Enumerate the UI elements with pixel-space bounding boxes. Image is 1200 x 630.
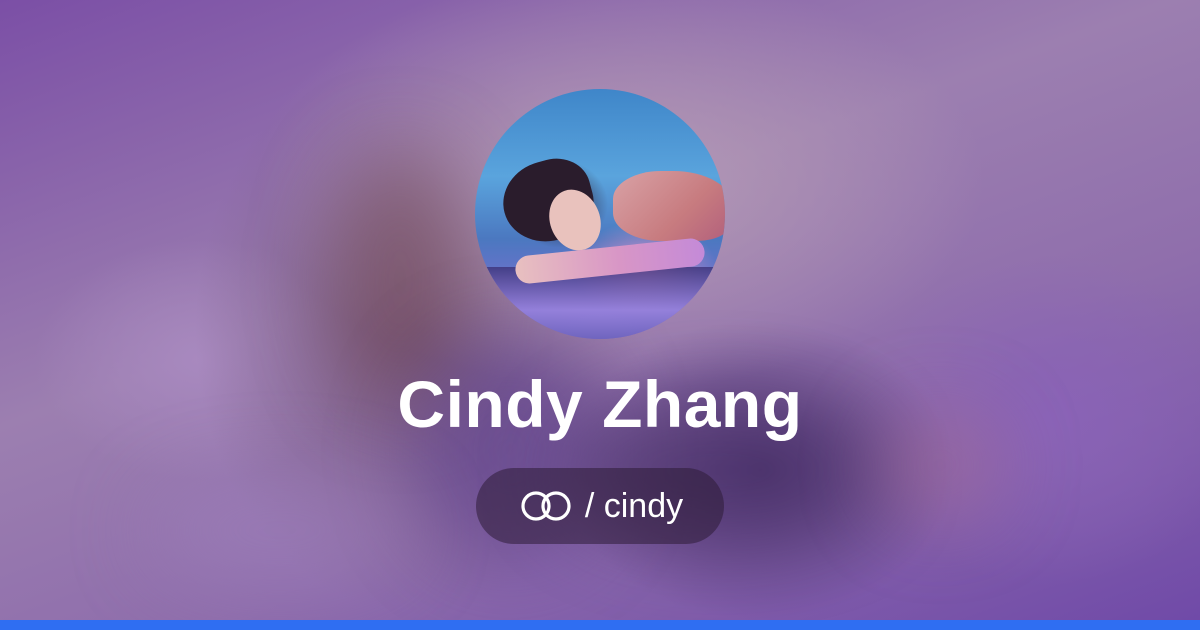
profile-handle-link[interactable]: / cindy (476, 468, 724, 544)
avatar-water (475, 267, 725, 339)
profile-name: Cindy Zhang (397, 367, 803, 441)
avatar (475, 89, 725, 339)
profile-handle: / cindy (584, 487, 684, 525)
background-blur-shape (150, 480, 410, 580)
bottom-accent-bar (0, 620, 1200, 630)
avatar-figure-body (613, 171, 725, 241)
interlocking-rings-icon (521, 491, 571, 521)
